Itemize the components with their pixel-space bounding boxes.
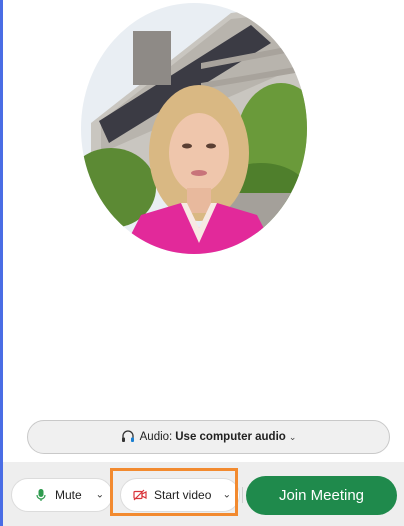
chevron-down-icon: ⌄ <box>288 431 297 442</box>
self-preview-area: Audio: Use computer audio ⌄ <box>3 0 404 462</box>
mute-button[interactable]: Mute ⌄ <box>11 478 113 512</box>
toolbar-divider <box>242 487 243 503</box>
audio-value: Use computer audio <box>175 431 286 443</box>
microphone-icon <box>36 489 46 501</box>
join-meeting-button[interactable]: Join Meeting <box>246 476 397 515</box>
mute-options-chevron-icon[interactable]: ⌄ <box>96 490 104 501</box>
avatar-photo <box>81 3 307 254</box>
mute-label: Mute <box>55 488 82 502</box>
video-options-chevron-icon[interactable]: ⌄ <box>223 490 231 501</box>
start-video-label: Start video <box>154 488 212 502</box>
audio-connection-selector[interactable]: Audio: Use computer audio ⌄ <box>27 420 390 454</box>
start-video-button[interactable]: Start video ⌄ <box>120 478 240 512</box>
video-off-icon <box>133 489 147 501</box>
participant-avatar <box>81 3 307 254</box>
meeting-toolbar: Mute ⌄ Start video ⌄ Join Meeting <box>3 462 404 526</box>
headset-icon <box>121 430 134 442</box>
audio-label: Audio: <box>139 431 173 443</box>
